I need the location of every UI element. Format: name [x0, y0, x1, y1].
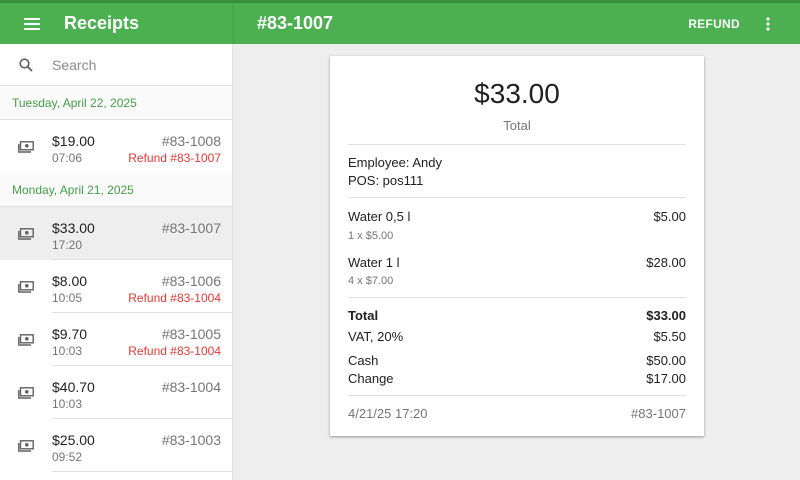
receipt-amount: $25.00	[52, 432, 95, 448]
sidebar-appbar: Receipts	[0, 3, 233, 44]
cash-label: Cash	[348, 353, 379, 368]
vat-label: VAT, 20%	[348, 329, 404, 344]
cash-icon	[0, 439, 52, 452]
refund-button[interactable]: REFUND	[688, 3, 740, 44]
receipt-list-item[interactable]: $9.70 10:03 #83-1005 Refund #83-1004	[0, 313, 232, 366]
receipt-number-title: #83-1007	[257, 13, 334, 33]
receipt-amount: $40.70	[52, 379, 95, 395]
receipt-footer-number: #83-1007	[631, 406, 686, 421]
search-bar	[0, 44, 232, 86]
detail-appbar: #83-1007 REFUND	[234, 3, 800, 44]
receipt-time: 10:05	[52, 291, 83, 305]
app-window: Receipts #83-1007 REFUND Tuesday, April …	[0, 0, 800, 480]
summary-total-label: Total	[348, 308, 379, 323]
date-header: Tuesday, April 22, 2025	[0, 86, 232, 120]
receipt-amount: $8.00	[52, 273, 88, 289]
divider	[348, 144, 686, 145]
receipt-time: 09:52	[52, 450, 83, 464]
receipt-card: $33.00 Total Employee: Andy POS: pos111 …	[330, 56, 704, 436]
refund-label: Refund #83-1007	[128, 151, 221, 165]
cash-icon	[0, 333, 52, 346]
receipt-footer: 4/21/25 17:20 #83-1007	[348, 406, 686, 421]
change-label: Change	[348, 371, 394, 386]
receipt-detail-pane: $33.00 Total Employee: Andy POS: pos111 …	[234, 44, 800, 480]
receipt-number: #83-1005	[161, 326, 221, 342]
receipt-total-label: Total	[503, 118, 531, 133]
cash-icon	[0, 140, 52, 153]
receipt-time: 07:06	[52, 151, 83, 165]
search-input[interactable]	[52, 56, 212, 73]
receipts-title: Receipts	[64, 13, 140, 33]
receipt-number: #83-1007	[161, 220, 221, 236]
receipt-time: 10:03	[52, 344, 83, 358]
cash-icon	[0, 386, 52, 399]
divider	[348, 197, 686, 198]
line-item: Water 0,5 l $5.00	[348, 209, 686, 224]
cash-value: $50.00	[646, 353, 686, 368]
cash-icon	[0, 227, 52, 240]
receipt-list-item[interactable]: $8.00 10:05 #83-1006 Refund #83-1004	[0, 260, 232, 313]
receipt-list-item[interactable]: $40.70 10:03 #83-1004	[0, 366, 232, 419]
divider	[348, 395, 686, 396]
receipt-total-amount: $33.00	[474, 78, 560, 109]
receipt-datetime: 4/21/25 17:20	[348, 406, 428, 421]
line-item-name: Water 1 l	[348, 255, 400, 270]
receipt-amount: $19.00	[52, 133, 95, 149]
refund-label: Refund #83-1004	[128, 344, 221, 358]
more-options-button[interactable]	[756, 3, 780, 44]
receipt-time: 17:20	[52, 238, 83, 252]
vat-row: VAT, 20% $5.50	[348, 329, 686, 344]
change-value: $17.00	[646, 371, 686, 386]
divider	[348, 297, 686, 298]
employee-text: Employee: Andy	[348, 155, 442, 170]
receipt-amount: $9.70	[52, 326, 88, 342]
refund-label: Refund #83-1004	[128, 291, 221, 305]
receipts-sidebar: Tuesday, April 22, 2025 $19.00 07:06 #83…	[0, 44, 233, 480]
summary-total-row: Total $33.00	[348, 308, 686, 323]
line-item: Water 1 l $28.00	[348, 255, 686, 270]
summary-total-value: $33.00	[646, 308, 686, 323]
receipt-list-item[interactable]: $19.00 07:06 #83-1008 Refund #83-1007	[0, 120, 232, 173]
cash-icon	[0, 280, 52, 293]
receipt-amount: $33.00	[52, 220, 95, 236]
vat-value: $5.50	[653, 329, 686, 344]
line-item-price: $5.00	[653, 209, 686, 224]
receipt-time: 10:03	[52, 397, 83, 411]
search-icon	[0, 57, 52, 72]
receipt-number: #83-1003	[161, 432, 221, 448]
date-header: Monday, April 21, 2025	[0, 173, 232, 207]
receipt-number: #83-1006	[161, 273, 221, 289]
line-item-name: Water 0,5 l	[348, 209, 411, 224]
receipt-number: #83-1008	[161, 133, 221, 149]
cash-row: Cash $50.00	[348, 353, 686, 368]
pos-text: POS: pos111	[348, 173, 424, 188]
menu-icon	[24, 17, 40, 30]
menu-button[interactable]	[0, 3, 64, 44]
change-row: Change $17.00	[348, 371, 686, 386]
line-item-detail: 4 x $7.00	[348, 275, 394, 287]
more-vert-icon	[766, 16, 770, 31]
line-item-price: $28.00	[646, 255, 686, 270]
receipt-number: #83-1004	[161, 379, 221, 395]
receipt-list-item[interactable]: $25.00 09:52 #83-1003	[0, 419, 232, 472]
line-item-detail: 1 x $5.00	[348, 230, 394, 242]
receipt-list-item-selected[interactable]: $33.00 17:20 #83-1007	[0, 207, 232, 260]
